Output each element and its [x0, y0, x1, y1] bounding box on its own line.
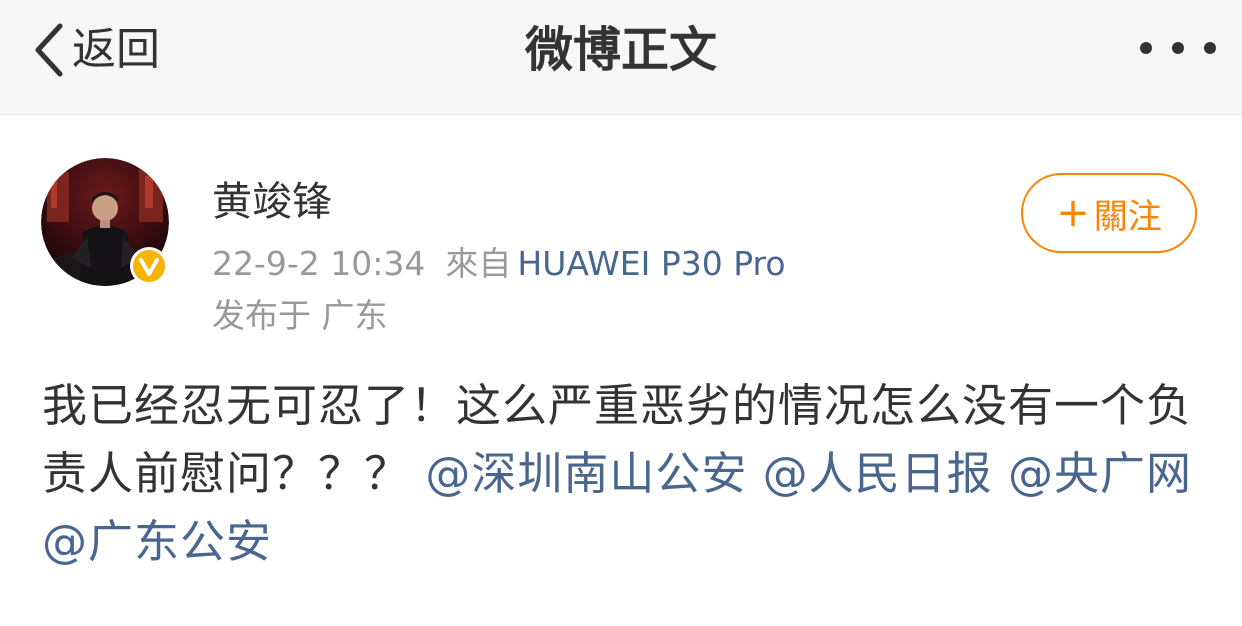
navigation-bar: 返回 微博正文 — [0, 0, 1242, 115]
post-meta: 22-9-2 10:34 來自 HUAWEI P30 Pro — [212, 240, 786, 288]
mention-link[interactable]: @深圳南山公安 — [425, 447, 747, 500]
plus-icon: + — [1056, 190, 1090, 236]
username[interactable]: 黄竣锋 — [212, 176, 332, 228]
follow-button[interactable]: + 關注 — [1021, 173, 1197, 253]
mention-link[interactable]: @广东公安 — [42, 515, 272, 568]
source-prefix: 來自 — [445, 244, 512, 283]
chevron-left-icon — [32, 22, 64, 78]
mention-link[interactable]: @人民日报 — [763, 447, 993, 500]
mention-link[interactable]: @央广网 — [1008, 447, 1192, 500]
avatar-container[interactable] — [41, 158, 169, 286]
follow-label: 關注 — [1093, 196, 1162, 237]
more-dot-icon — [1172, 42, 1184, 54]
post-location: 发布于 广东 — [212, 296, 388, 335]
more-dot-icon — [1140, 42, 1152, 54]
more-dot-icon — [1204, 42, 1216, 54]
more-options-button[interactable] — [1140, 30, 1216, 66]
post-time: 22-9-2 10:34 — [212, 244, 426, 283]
device-link[interactable]: HUAWEI P30 Pro — [517, 244, 785, 283]
verified-badge-icon — [130, 247, 168, 285]
back-button[interactable]: 返回 — [32, 18, 160, 82]
post-content: 我已经忍无可忍了！这么严重恶劣的情况怎么没有一个负责人前慰问？？？ @深圳南山公… — [42, 372, 1212, 576]
page-title: 微博正文 — [524, 22, 717, 78]
back-label: 返回 — [72, 24, 160, 75]
